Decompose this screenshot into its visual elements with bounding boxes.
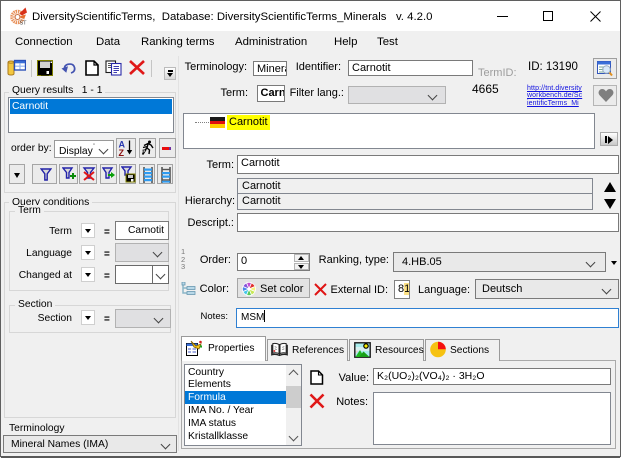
svg-text:ST: ST [20,21,28,26]
svg-text:Z: Z [119,148,125,157]
